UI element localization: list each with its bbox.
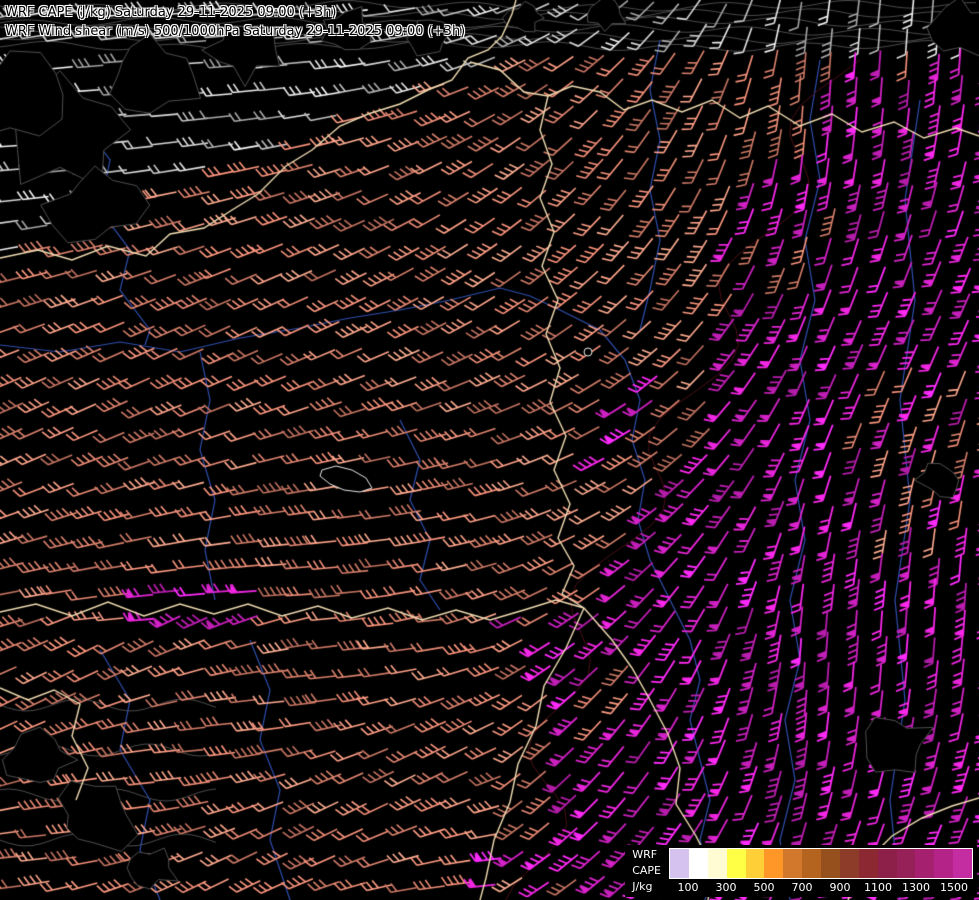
title-wind-shear: WRF Wind shear (m/s) 500/1000hPa Saturda… (5, 24, 466, 39)
legend-swatch (896, 849, 916, 878)
legend-tick-label: 700 (791, 881, 813, 894)
legend-swatch (745, 849, 765, 878)
map-titles: WRF CAPE (J/kg) Saturday 29-11-2025 09:0… (5, 3, 465, 41)
legend-swatch (764, 849, 784, 878)
legend-tick-label: 500 (753, 881, 775, 894)
legend-tick-label: 1500 (940, 881, 968, 894)
legend-tick-label: 300 (715, 881, 737, 894)
weather-map-canvas (0, 0, 979, 900)
legend-swatch (802, 849, 821, 878)
legend-swatch (670, 849, 689, 878)
legend-unit-label: J/kg (632, 880, 653, 894)
legend-tick-label: 100 (677, 881, 699, 894)
legend-tick-label: 900 (829, 881, 851, 894)
weather-map: WRF CAPE (J/kg) Saturday 29-11-2025 09:0… (0, 0, 979, 900)
legend-tick-label: 1300 (902, 881, 930, 894)
legend-scale: 100 300 500 700 900 1100 1300 1500 (669, 848, 973, 894)
legend-swatch (934, 849, 954, 878)
legend-swatch (839, 849, 859, 878)
legend-model-label: WRF (632, 848, 658, 861)
legend-swatch (953, 849, 972, 878)
title-cape: WRF CAPE (J/kg) Saturday 29-11-2025 09:0… (5, 5, 337, 20)
legend-tick-labels: 100 300 500 700 900 1100 1300 1500 (669, 879, 973, 894)
legend-swatch (877, 849, 897, 878)
legend-swatch (726, 849, 746, 878)
legend-swatch (915, 849, 935, 878)
legend-swatch (688, 849, 708, 878)
legend-param-label: CAPE (632, 864, 661, 878)
cape-legend: WRF CAPE J/kg 100 300 500 700 900 1100 1300 150… (625, 845, 977, 897)
legend-swatch (707, 849, 727, 878)
legend-color-bar (669, 848, 973, 879)
legend-swatch (821, 849, 840, 878)
legend-labels: WRF CAPE J/kg (632, 848, 661, 894)
legend-swatch (858, 849, 878, 878)
legend-swatch (783, 849, 803, 878)
legend-tick-label: 1100 (864, 881, 892, 894)
